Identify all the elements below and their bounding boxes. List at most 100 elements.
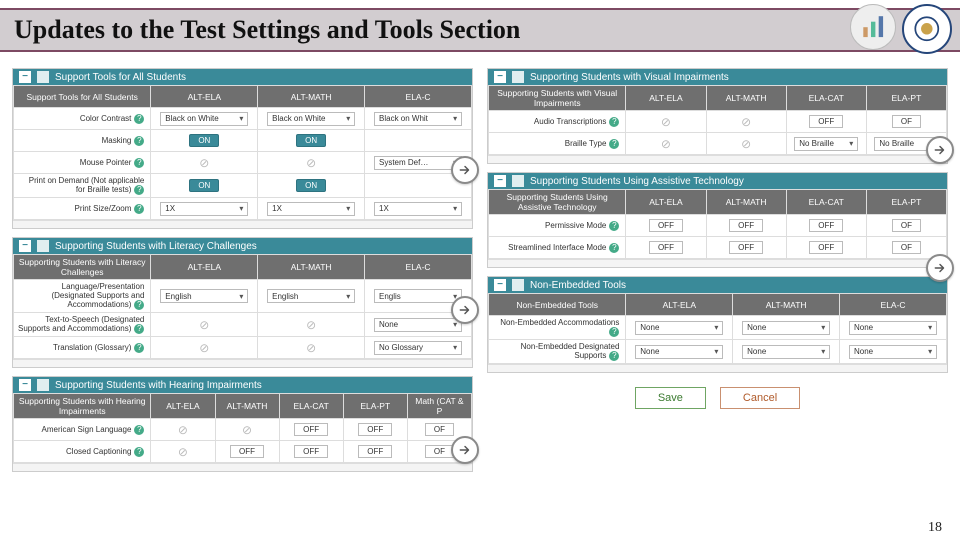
help-icon[interactable]: ? bbox=[609, 243, 619, 253]
off-toggle[interactable]: OFF bbox=[649, 219, 683, 232]
setting-label: Mouse Pointer? bbox=[14, 152, 151, 174]
dropdown[interactable]: None▾ bbox=[742, 321, 830, 335]
dropdown[interactable]: None▾ bbox=[635, 321, 723, 335]
off-toggle[interactable]: OF bbox=[892, 219, 921, 232]
column-header: Supporting Students Using Assistive Tech… bbox=[489, 190, 626, 215]
save-button[interactable]: Save bbox=[635, 387, 706, 409]
settings-table: Support Tools for All StudentsALT-ELAALT… bbox=[13, 85, 472, 220]
setting-cell: ON bbox=[151, 130, 258, 152]
collapse-icon[interactable]: − bbox=[19, 71, 31, 83]
setting-cell bbox=[365, 130, 472, 152]
help-icon[interactable]: ? bbox=[609, 351, 619, 361]
assessment-logo bbox=[850, 4, 896, 50]
off-toggle[interactable]: OFF bbox=[729, 219, 763, 232]
cancel-button[interactable]: Cancel bbox=[720, 387, 800, 409]
help-icon[interactable]: ? bbox=[134, 324, 144, 334]
help-icon[interactable]: ? bbox=[134, 204, 144, 214]
dropdown[interactable]: Englis▾ bbox=[374, 289, 462, 303]
bar-chart-icon bbox=[860, 14, 886, 40]
help-icon[interactable]: ? bbox=[134, 136, 144, 146]
dropdown[interactable]: English▾ bbox=[267, 289, 355, 303]
state-seal-logo bbox=[902, 4, 952, 54]
setting-cell: English▾ bbox=[151, 280, 258, 313]
off-toggle[interactable]: OFF bbox=[809, 115, 843, 128]
chevron-down-icon: ▾ bbox=[346, 204, 350, 213]
on-toggle[interactable]: ON bbox=[296, 134, 326, 147]
help-icon[interactable]: ? bbox=[134, 447, 144, 457]
dropdown[interactable]: 1X▾ bbox=[374, 202, 462, 216]
settings-panel: − Supporting Students Using Assistive Te… bbox=[487, 172, 948, 268]
off-toggle[interactable]: OF bbox=[892, 241, 921, 254]
column-header: ELA-C bbox=[840, 294, 947, 316]
dropdown[interactable]: Black on White▾ bbox=[160, 112, 248, 126]
off-toggle[interactable]: OFF bbox=[230, 445, 264, 458]
help-icon[interactable]: ? bbox=[134, 300, 144, 310]
help-icon[interactable]: ? bbox=[134, 114, 144, 124]
off-toggle[interactable]: OFF bbox=[649, 241, 683, 254]
dropdown[interactable]: Black on White▾ bbox=[267, 112, 355, 126]
off-toggle[interactable]: OF bbox=[425, 445, 454, 458]
on-toggle[interactable]: ON bbox=[189, 179, 219, 192]
setting-cell: None▾ bbox=[626, 340, 733, 364]
settings-panel: − Support Tools for All Students Support… bbox=[12, 68, 473, 229]
disabled-icon: ⊘ bbox=[306, 318, 316, 332]
help-icon[interactable]: ? bbox=[134, 158, 144, 168]
off-toggle[interactable]: OFF bbox=[809, 219, 843, 232]
off-toggle[interactable]: OFF bbox=[358, 423, 392, 436]
setting-cell: 1X▾ bbox=[258, 198, 365, 220]
help-icon[interactable]: ? bbox=[609, 139, 619, 149]
off-toggle[interactable]: OFF bbox=[294, 423, 328, 436]
horizontal-scrollbar[interactable] bbox=[13, 463, 472, 471]
panel-title: Supporting Students Using Assistive Tech… bbox=[530, 176, 744, 187]
collapse-icon[interactable]: − bbox=[494, 71, 506, 83]
off-toggle[interactable]: OF bbox=[892, 115, 921, 128]
action-buttons: Save Cancel bbox=[487, 381, 948, 409]
panel-header[interactable]: − Support Tools for All Students bbox=[13, 69, 472, 85]
on-toggle[interactable]: ON bbox=[296, 179, 326, 192]
off-toggle[interactable]: OFF bbox=[358, 445, 392, 458]
on-toggle[interactable]: ON bbox=[189, 134, 219, 147]
dropdown[interactable]: Black on Whit▾ bbox=[374, 112, 462, 126]
setting-cell: ⊘ bbox=[151, 337, 258, 359]
dropdown[interactable]: None▾ bbox=[374, 318, 462, 332]
dropdown[interactable]: No Glossary▾ bbox=[374, 341, 462, 355]
panel-header[interactable]: − Supporting Students with Visual Impair… bbox=[488, 69, 947, 85]
panel-category-icon bbox=[512, 175, 524, 187]
dropdown[interactable]: None▾ bbox=[849, 345, 937, 359]
dropdown[interactable]: System Def…▾ bbox=[374, 156, 462, 170]
help-icon[interactable]: ? bbox=[609, 117, 619, 127]
panel-header[interactable]: − Supporting Students with Literacy Chal… bbox=[13, 238, 472, 254]
help-icon[interactable]: ? bbox=[134, 425, 144, 435]
off-toggle[interactable]: OFF bbox=[729, 241, 763, 254]
help-icon[interactable]: ? bbox=[134, 343, 144, 353]
horizontal-scrollbar[interactable] bbox=[13, 220, 472, 228]
dropdown[interactable]: No Braille▾ bbox=[794, 137, 858, 151]
horizontal-scrollbar[interactable] bbox=[488, 364, 947, 372]
panel-header[interactable]: − Non-Embedded Tools bbox=[488, 277, 947, 293]
off-toggle[interactable]: OF bbox=[425, 423, 454, 436]
dropdown[interactable]: None▾ bbox=[635, 345, 723, 359]
help-icon[interactable]: ? bbox=[609, 221, 619, 231]
help-icon[interactable]: ? bbox=[609, 327, 619, 337]
collapse-icon[interactable]: − bbox=[494, 279, 506, 291]
off-toggle[interactable]: OFF bbox=[809, 241, 843, 254]
off-toggle[interactable]: OFF bbox=[294, 445, 328, 458]
dropdown[interactable]: English▾ bbox=[160, 289, 248, 303]
panel-header[interactable]: − Supporting Students Using Assistive Te… bbox=[488, 173, 947, 189]
setting-cell: OFF bbox=[706, 215, 786, 237]
panel-category-icon bbox=[37, 71, 49, 83]
collapse-icon[interactable]: − bbox=[19, 379, 31, 391]
panel-header[interactable]: − Supporting Students with Hearing Impai… bbox=[13, 377, 472, 393]
horizontal-scrollbar[interactable] bbox=[488, 259, 947, 267]
help-icon[interactable]: ? bbox=[134, 185, 144, 195]
collapse-icon[interactable]: − bbox=[19, 240, 31, 252]
horizontal-scrollbar[interactable] bbox=[13, 359, 472, 367]
dropdown[interactable]: None▾ bbox=[742, 345, 830, 359]
dropdown[interactable]: None▾ bbox=[849, 321, 937, 335]
collapse-icon[interactable]: − bbox=[494, 175, 506, 187]
horizontal-scrollbar[interactable] bbox=[488, 155, 947, 163]
chevron-down-icon: ▾ bbox=[714, 347, 718, 356]
dropdown[interactable]: 1X▾ bbox=[267, 202, 355, 216]
column-header: Support Tools for All Students bbox=[14, 86, 151, 108]
dropdown[interactable]: 1X▾ bbox=[160, 202, 248, 216]
